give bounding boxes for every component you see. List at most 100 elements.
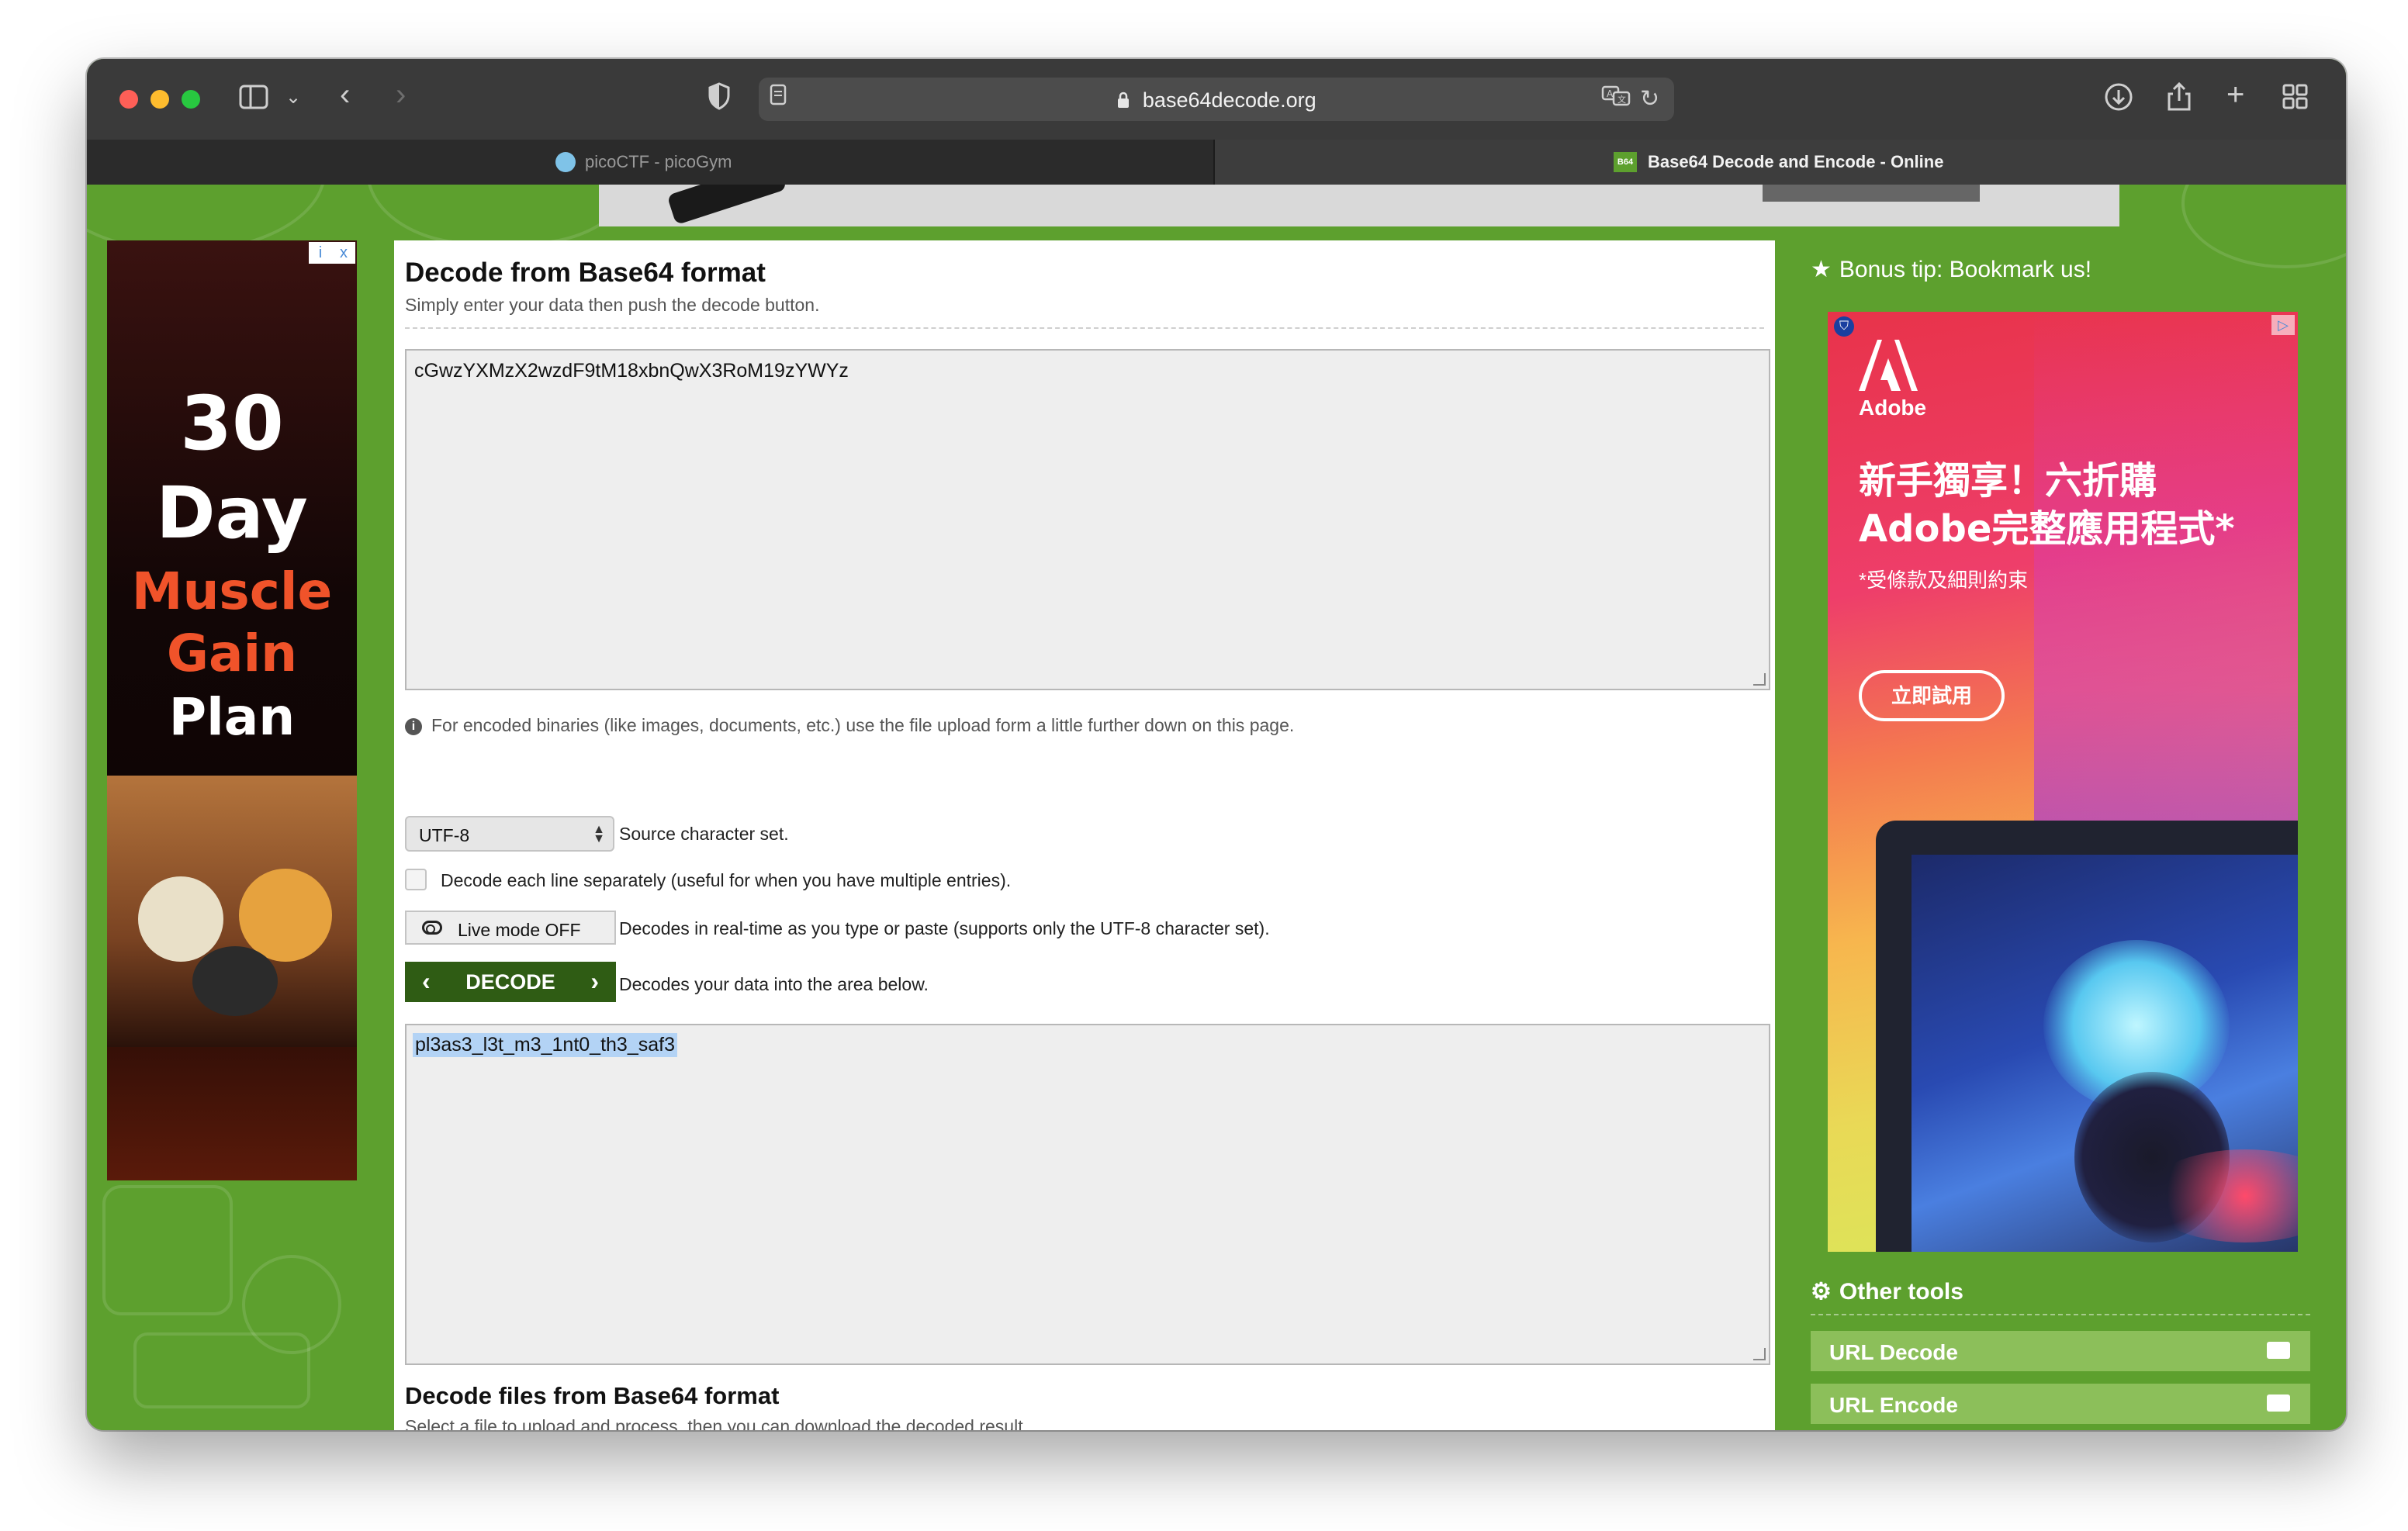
decode-each-line-checkbox[interactable]	[405, 869, 427, 890]
tab-picoctf[interactable]: picoCTF - picoGym	[87, 140, 1215, 185]
base64-favicon-icon: B64	[1614, 152, 1637, 172]
left-ad-photo	[107, 776, 357, 1047]
info-icon: i	[405, 717, 422, 735]
laptop-image	[1876, 821, 2298, 1252]
tab-bar: picoCTF - picoGym B64 Base64 Decode and …	[87, 140, 2346, 185]
zoom-window-button[interactable]	[182, 90, 200, 109]
top-banner-ad-graphic	[666, 185, 787, 226]
left-ad-text: Day	[156, 472, 308, 555]
base64-input-textarea[interactable]: cGwzYXMzX2wzdF9tM18xbnQwX3RoM19zYWYz	[405, 349, 1770, 690]
star-icon: ★	[1811, 257, 1832, 282]
left-ad-text: Plan	[168, 687, 296, 747]
web-page: 30 Day Muscle Gain Plan i x Decode from …	[87, 185, 2346, 1430]
address-bar[interactable]: base64decode.org A文 ↻	[759, 78, 1674, 121]
main-content: Decode from Base64 format Simply enter y…	[394, 240, 1775, 1430]
tab-label: picoCTF - picoGym	[585, 152, 732, 171]
decode-button[interactable]: ‹ DECODE ›	[405, 962, 616, 1002]
tab-overview-icon[interactable]	[2282, 84, 2309, 117]
tool-label: URL Encode	[1829, 1393, 1958, 1417]
left-ad-text: Muscle	[131, 562, 333, 621]
files-section-subtitle: Select a file to upload and process, the…	[405, 1416, 1028, 1430]
adobe-cta-button[interactable]: 立即試用	[1859, 670, 2005, 721]
charset-label: Source character set.	[619, 824, 789, 844]
background-doodle	[366, 185, 636, 245]
right-sidebar: ★ Bonus tip: Bookmark us! ⛉ ▷ Adobe 新手獨享！…	[1794, 240, 2329, 1430]
left-ad-text: Gain	[166, 624, 298, 683]
other-tools-title: Other tools	[1839, 1279, 1963, 1305]
live-mode-toggle[interactable]: Live mode OFF	[405, 911, 616, 945]
files-section-title: Decode files from Base64 format	[405, 1382, 780, 1409]
charset-select[interactable]: UTF-8 ▲ ▼	[405, 816, 614, 852]
new-tab-icon[interactable]: +	[2226, 79, 2244, 110]
url-encode-link[interactable]: URL Encode	[1811, 1384, 2310, 1424]
svg-text:A: A	[1607, 88, 1614, 99]
tool-label: URL Decode	[1829, 1340, 1958, 1364]
select-arrows-icon: ▲ ▼	[593, 823, 605, 845]
food-bowl-image	[192, 946, 278, 1016]
background-doodle	[133, 1332, 310, 1408]
url-value: base64decode.org	[1142, 88, 1316, 112]
tab-base64[interactable]: B64 Base64 Decode and Encode - Online	[1215, 140, 2346, 185]
back-icon[interactable]: ‹	[340, 79, 350, 110]
sidebar-icon[interactable]	[239, 84, 270, 117]
divider	[1811, 1314, 2310, 1315]
ad-info-icon[interactable]: i	[309, 242, 332, 264]
food-bowl-image	[239, 869, 332, 962]
background-doodle	[102, 1185, 233, 1315]
envelope-open-icon	[2267, 1342, 2290, 1359]
browser-window: ⌄ ‹ › base64decode.org A文 ↻ + picoCTF - …	[87, 59, 2346, 1430]
lock-icon	[1116, 88, 1143, 112]
food-bowl-image	[138, 876, 223, 962]
page-title: Decode from Base64 format	[405, 257, 766, 288]
tab-label: Base64 Decode and Encode - Online	[1648, 152, 1944, 171]
ad-choices-icon[interactable]: ▷	[2271, 315, 2295, 335]
adobe-headline: 新手獨享！六折購	[1859, 459, 2157, 503]
adobe-ad[interactable]: ⛉ ▷ Adobe 新手獨享！六折購 Adobe完整應用程式* *受條款及細則約…	[1828, 312, 2298, 1252]
close-window-button[interactable]	[119, 90, 138, 109]
reload-icon[interactable]: ↻	[1640, 84, 1659, 115]
ad-close-icon[interactable]: x	[332, 242, 355, 264]
translate-icon[interactable]: A文	[1601, 84, 1631, 116]
downloads-icon[interactable]	[2104, 82, 2133, 119]
adobe-headline: Adobe完整應用程式*	[1859, 507, 2235, 551]
binary-note: i For encoded binaries (like images, docu…	[405, 715, 1294, 736]
adobe-logo-icon	[1859, 340, 1918, 391]
bonus-tip-text: Bonus tip: Bookmark us!	[1839, 257, 2092, 282]
binary-note-text: For encoded binaries (like images, docum…	[431, 715, 1295, 735]
picoctf-favicon-icon	[555, 152, 576, 172]
url-text: base64decode.org	[759, 88, 1674, 112]
divider	[405, 327, 1764, 329]
decode-button-label: DECODE	[465, 970, 555, 994]
decode-description: Decodes your data into the area below.	[619, 974, 929, 994]
output-value: pl3as3_l3t_m3_1nt0_th3_saf3	[413, 1033, 677, 1057]
svg-text:文: 文	[1617, 94, 1626, 105]
other-tools-heading: ⚙ Other tools	[1811, 1278, 1963, 1305]
top-banner-ad[interactable]	[599, 185, 2119, 226]
minimize-window-button[interactable]	[150, 90, 169, 109]
ad-shield-icon: ⛉	[1834, 316, 1854, 337]
ad-choices-icon[interactable]: i x	[309, 242, 355, 264]
url-decode-link[interactable]: URL Decode	[1811, 1331, 2310, 1371]
charset-value: UTF-8	[419, 825, 470, 845]
share-icon[interactable]	[2166, 81, 2192, 119]
input-value: cGwzYXMzX2wzdF9tM18xbnQwX3RoM19zYWYz	[414, 360, 849, 382]
privacy-shield-icon[interactable]	[708, 82, 731, 117]
decoded-output-textarea[interactable]: pl3as3_l3t_m3_1nt0_th3_saf3	[405, 1024, 1770, 1365]
envelope-icon	[2267, 1394, 2290, 1412]
top-banner-ad-graphic	[1763, 185, 1980, 202]
adobe-fine-print: *受條款及細則約束	[1859, 569, 2029, 592]
live-mode-description: Decodes in real-time as you type or past…	[619, 918, 1270, 938]
resize-handle[interactable]	[1753, 673, 1766, 686]
live-mode-label: Live mode OFF	[458, 920, 581, 940]
chevron-right-icon: ›	[590, 967, 599, 995]
bonus-tip: ★ Bonus tip: Bookmark us!	[1811, 256, 2091, 283]
resize-handle[interactable]	[1753, 1348, 1766, 1360]
browser-toolbar: ⌄ ‹ › base64decode.org A文 ↻ +	[87, 59, 2346, 140]
adobe-brand: Adobe	[1859, 396, 1927, 420]
left-ad-muscle-plan[interactable]: 30 Day Muscle Gain Plan i x	[107, 240, 357, 1180]
left-ad-text: 30	[180, 380, 284, 467]
chevron-down-icon[interactable]: ⌄	[285, 82, 301, 113]
decode-each-line-label: Decode each line separately (useful for …	[441, 870, 1012, 890]
page-subtitle: Simply enter your data then push the dec…	[405, 295, 820, 315]
forward-icon[interactable]: ›	[396, 79, 406, 110]
